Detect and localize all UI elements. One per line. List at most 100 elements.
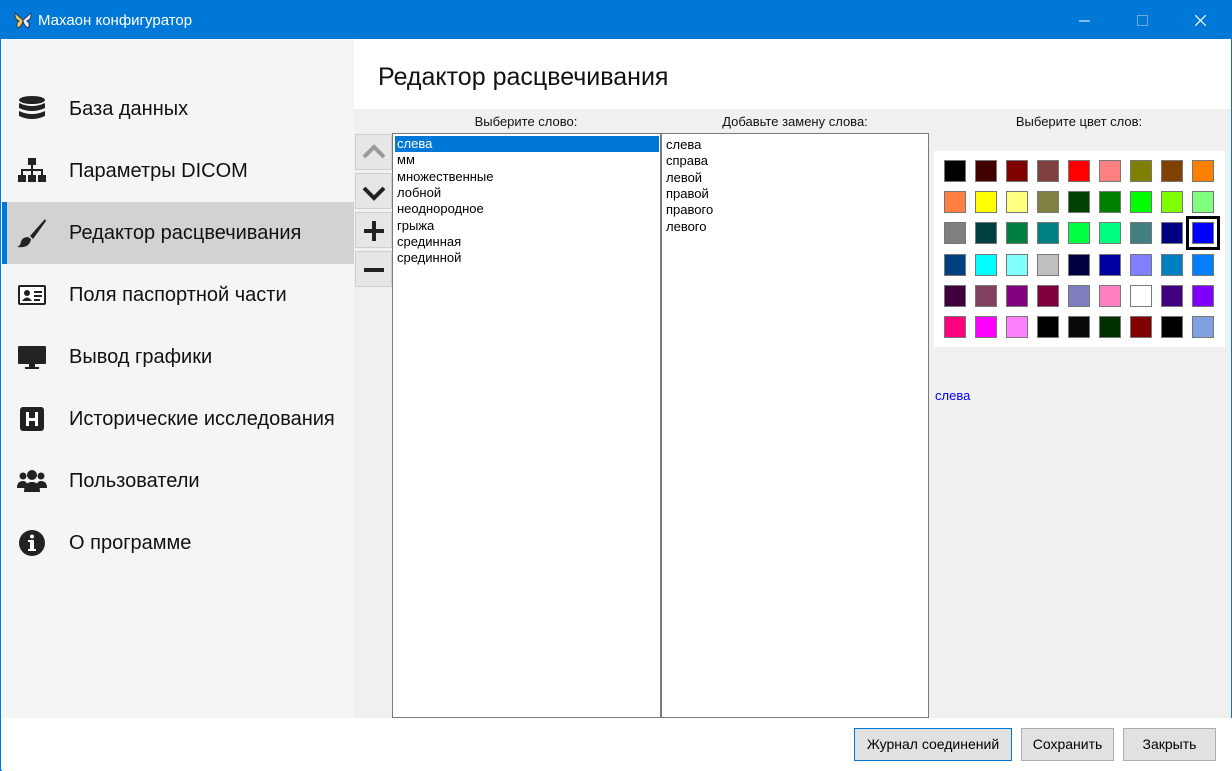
color-swatch[interactable] [1099, 316, 1121, 338]
list-item[interactable]: неоднородное [397, 201, 484, 217]
close-window-button[interactable] [1177, 1, 1223, 39]
color-swatch[interactable] [1192, 191, 1214, 214]
color-swatch[interactable] [1037, 284, 1059, 307]
replacements-column-label: Добавьте замену слова: [722, 114, 868, 129]
save-button[interactable]: Сохранить [1021, 728, 1114, 761]
close-button[interactable]: Закрыть [1123, 728, 1216, 761]
color-swatch[interactable] [1130, 191, 1152, 214]
color-swatch[interactable] [1161, 222, 1183, 245]
window-title: Махаон конфигуратор [38, 12, 193, 29]
list-item[interactable]: множественные [397, 169, 494, 185]
color-swatch[interactable] [1068, 284, 1090, 307]
color-swatch[interactable] [944, 253, 966, 276]
color-swatch[interactable] [1099, 253, 1121, 276]
color-swatch[interactable] [944, 284, 966, 307]
color-swatch[interactable] [1006, 191, 1028, 214]
replacements-listbox[interactable]: слева справа левой правой правого левого [661, 133, 929, 718]
connection-log-button[interactable]: Журнал соединений [854, 728, 1012, 761]
color-swatch[interactable] [1192, 160, 1214, 182]
sidebar-item-color-editor[interactable]: Редактор расцвечивания [2, 202, 354, 264]
color-swatch[interactable] [1186, 216, 1220, 251]
list-item[interactable]: срединной [397, 250, 461, 266]
color-swatch[interactable] [1161, 316, 1183, 338]
color-swatch[interactable] [1006, 253, 1028, 276]
list-item[interactable]: срединная [397, 234, 461, 250]
butterfly-icon [14, 12, 32, 29]
maximize-button[interactable] [1119, 1, 1165, 39]
list-item[interactable]: правой [666, 186, 709, 202]
color-swatch[interactable] [1068, 253, 1090, 276]
color-swatch[interactable] [1037, 253, 1059, 276]
add-word-button[interactable] [355, 212, 392, 248]
color-swatch[interactable] [944, 222, 966, 245]
color-swatch[interactable] [944, 160, 966, 182]
list-item[interactable]: правого [666, 202, 713, 218]
paintbrush-icon [17, 219, 46, 248]
list-item[interactable]: слева [666, 137, 701, 153]
color-swatch[interactable] [1192, 284, 1214, 307]
color-swatch[interactable] [1006, 316, 1028, 338]
color-swatch[interactable] [944, 191, 966, 214]
color-swatch[interactable] [1161, 253, 1183, 276]
color-palette [934, 151, 1225, 347]
sidebar-item-about[interactable]: О программе [2, 512, 354, 574]
color-swatch[interactable] [1099, 191, 1121, 214]
list-item[interactable]: справа [666, 153, 708, 169]
sidebar-item-dicom[interactable]: Параметры DICOM [2, 140, 354, 202]
sidebar-item-users[interactable]: Пользователи [2, 450, 354, 512]
color-swatch[interactable] [1068, 191, 1090, 214]
color-swatch[interactable] [1192, 253, 1214, 276]
color-swatch[interactable] [1130, 253, 1152, 276]
minimize-button[interactable] [1061, 1, 1107, 39]
info-icon [19, 530, 45, 556]
color-swatch[interactable] [1130, 160, 1152, 182]
sidebar-item-database[interactable]: База данных [2, 78, 354, 140]
users-icon [17, 470, 47, 492]
color-swatch[interactable] [975, 253, 997, 276]
color-swatch[interactable] [1192, 316, 1214, 338]
color-swatch[interactable] [1068, 316, 1090, 338]
list-item[interactable]: мм [397, 152, 415, 168]
color-swatch[interactable] [975, 222, 997, 245]
color-swatch[interactable] [1006, 160, 1028, 182]
color-swatch[interactable] [1130, 222, 1152, 245]
color-swatch[interactable] [1037, 191, 1059, 214]
color-swatch[interactable] [1037, 316, 1059, 338]
color-swatch[interactable] [1006, 222, 1028, 245]
color-swatch[interactable] [975, 160, 997, 182]
color-swatch[interactable] [975, 284, 997, 307]
color-swatch[interactable] [1068, 160, 1090, 182]
words-listbox[interactable]: слева мм множественные лобной неоднородное гр… [392, 133, 661, 718]
move-up-button[interactable] [355, 134, 392, 170]
title-bar[interactable]: Махаон конфигуратор [1, 1, 1231, 39]
sidebar-item-graphics-output[interactable]: Вывод графики [2, 326, 354, 388]
sidebar-item-historical-studies[interactable]: Исторические исследования [2, 388, 354, 450]
color-swatch[interactable] [975, 191, 997, 214]
color-swatch[interactable] [1068, 222, 1090, 245]
remove-word-button[interactable] [355, 251, 392, 287]
color-swatch[interactable] [1099, 160, 1121, 182]
color-swatch[interactable] [1037, 160, 1059, 182]
plus-icon [364, 221, 384, 241]
color-swatch[interactable] [1130, 284, 1152, 307]
color-swatch[interactable] [975, 316, 997, 338]
color-swatch[interactable] [1099, 222, 1121, 245]
list-item[interactable]: левого [666, 219, 707, 235]
color-swatch[interactable] [1161, 284, 1183, 307]
color-swatch[interactable] [1161, 191, 1183, 214]
color-swatch[interactable] [1037, 222, 1059, 245]
color-swatch[interactable] [1130, 316, 1152, 338]
color-swatch[interactable] [1161, 160, 1183, 182]
list-item[interactable]: грыжа [397, 218, 434, 234]
color-swatch[interactable] [1006, 284, 1028, 307]
list-item[interactable]: лобной [397, 185, 441, 201]
color-swatch[interactable] [944, 316, 966, 338]
list-item[interactable]: слева [395, 136, 659, 152]
color-swatch[interactable] [1099, 284, 1121, 307]
sidebar-item-passport-fields[interactable]: Поля паспортной части [2, 264, 354, 326]
main-content: Редактор расцвечивания Выберите слово: Д… [354, 39, 1231, 718]
chevron-down-icon [362, 186, 386, 201]
move-down-button[interactable] [355, 173, 392, 209]
list-item[interactable]: левой [666, 170, 702, 186]
maximize-icon [1137, 15, 1148, 26]
